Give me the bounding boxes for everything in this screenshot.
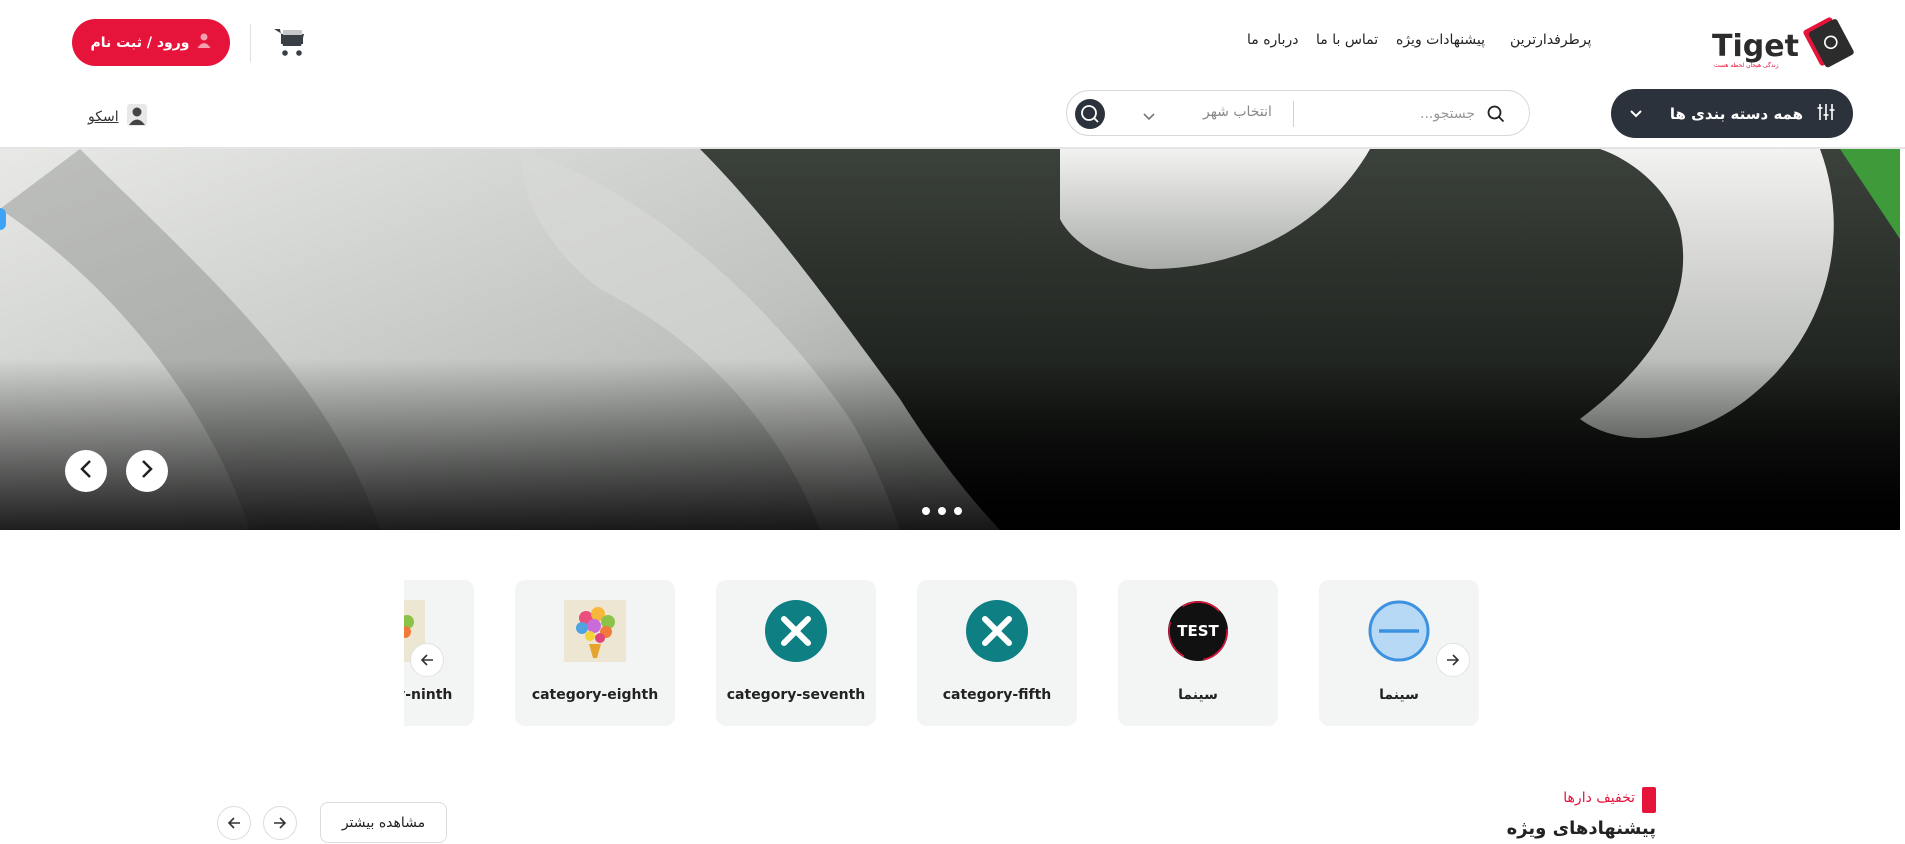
svg-text:Tiget: Tiget [1712, 29, 1799, 64]
nav-popular[interactable]: پرطرفدارترین [1510, 32, 1591, 48]
category-label: سینما [1178, 687, 1218, 703]
category-card[interactable]: category-seventh [716, 580, 876, 726]
x-circle-icon [966, 600, 1028, 662]
category-label: category-ninth [404, 687, 453, 703]
x-circle-icon [765, 600, 827, 662]
category-label: category-seventh [726, 687, 866, 703]
offers-prev-button[interactable] [217, 806, 251, 840]
cart-icon[interactable] [272, 26, 306, 58]
arrow-right-icon [273, 814, 287, 833]
test-logo-icon: TEST [1167, 600, 1229, 662]
category-label: سینما [1379, 687, 1419, 703]
search-bar: انتخاب شهر [1066, 90, 1530, 136]
nav-special-offers[interactable]: پیشنهادات ویژه [1396, 32, 1485, 48]
nav-contact[interactable]: تماس با ما [1316, 32, 1378, 48]
svg-text:TEST: TEST [1177, 622, 1219, 640]
minus-circle-icon [1368, 600, 1430, 662]
user-icon [197, 33, 211, 52]
category-next-button[interactable] [1436, 643, 1470, 677]
hero-banner-image [0, 149, 1900, 530]
arrow-left-icon [227, 814, 241, 833]
city-select[interactable]: انتخاب شهر [1203, 104, 1272, 120]
login-register-button[interactable]: ورود / ثبت نام [72, 19, 230, 66]
category-card[interactable]: TEST سینما [1118, 580, 1278, 726]
filter-sliders-icon [1817, 103, 1835, 125]
category-label: category-eighth [531, 687, 659, 703]
flower-bouquet-icon [564, 600, 626, 662]
hero-dot-1[interactable] [922, 507, 930, 515]
all-categories-label: همه دسته بندی ها [1669, 104, 1803, 123]
hero-next-button[interactable] [126, 450, 168, 492]
category-card[interactable]: category-fifth [917, 580, 1077, 726]
user-avatar-icon [126, 104, 147, 130]
search-divider [1293, 101, 1294, 127]
chevron-down-icon[interactable] [1142, 107, 1156, 126]
offers-next-button[interactable] [263, 806, 297, 840]
side-scroll-handle[interactable] [0, 208, 6, 230]
chevron-left-icon [79, 459, 93, 483]
section-accent-marker [1642, 787, 1656, 813]
login-register-label: ورود / ثبت نام [90, 34, 190, 51]
search-submit-button[interactable] [1075, 99, 1105, 129]
arrow-left-icon [420, 651, 434, 670]
hero-dot-2[interactable] [938, 507, 946, 515]
see-more-button[interactable]: مشاهده بیشتر [320, 802, 447, 843]
offers-title: پیشنهادهای ویژه [1506, 818, 1656, 839]
search-input[interactable] [1303, 101, 1477, 127]
chevron-right-icon [140, 459, 154, 483]
nav-about[interactable]: درباره ما [1247, 32, 1298, 48]
arrow-right-icon [1446, 651, 1460, 670]
header-divider [250, 24, 251, 62]
user-profile-link[interactable]: اسکو [88, 104, 147, 130]
user-name: اسکو [88, 109, 119, 125]
offers-subtitle: تخفیف دارها [1563, 790, 1635, 806]
hero-dot-3[interactable] [954, 507, 962, 515]
chevron-down-icon [1629, 105, 1643, 123]
tiget-logo[interactable]: Tiget زندگی هیجان لحظه هست [1710, 12, 1855, 72]
all-categories-button[interactable]: همه دسته بندی ها [1611, 89, 1853, 138]
category-prev-button[interactable] [410, 643, 444, 677]
svg-text:زندگی هیجان لحظه هست: زندگی هیجان لحظه هست [1714, 61, 1779, 69]
category-label: category-fifth [942, 687, 1052, 703]
hero-prev-button[interactable] [65, 450, 107, 492]
category-carousel: سینما TEST سینما category-fifth category… [404, 580, 1484, 730]
search-icon [1487, 105, 1505, 127]
category-card[interactable]: category-eighth [515, 580, 675, 726]
